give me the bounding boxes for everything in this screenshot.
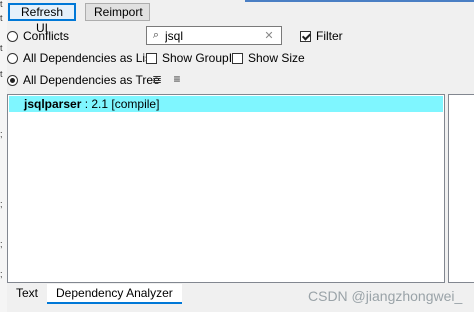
- filter-option[interactable]: Filter: [300, 28, 343, 44]
- tree-radio[interactable]: [7, 74, 18, 86]
- show-size-checkbox[interactable]: [232, 52, 243, 64]
- show-size-option[interactable]: Show Size: [232, 50, 305, 66]
- tab-dependency-analyzer[interactable]: Dependency Analyzer: [47, 284, 182, 304]
- bottom-tabs: Text Dependency Analyzer: [7, 284, 182, 304]
- collapse-all-icon[interactable]: ≡: [170, 72, 184, 86]
- tree-label: All Dependencies as Tree: [23, 73, 160, 87]
- details-panel[interactable]: [448, 94, 474, 283]
- search-icon: ⌕: [152, 29, 160, 41]
- filter-label: Filter: [316, 29, 343, 43]
- artifact-detail: : 2.1 [compile]: [81, 97, 160, 111]
- dependency-tree[interactable]: jsqlparser : 2.1 [compile]: [7, 94, 445, 283]
- show-groupid-label: Show GroupId: [162, 51, 239, 65]
- refresh-ui-button[interactable]: Refresh UI: [8, 3, 76, 35]
- active-tab-indicator: [245, 0, 474, 2]
- reimport-button[interactable]: Reimport: [85, 3, 150, 21]
- search-input[interactable]: [165, 28, 261, 43]
- tree-item[interactable]: jsqlparser : 2.1 [compile]: [9, 96, 443, 112]
- mode-conflicts[interactable]: Conflicts: [7, 28, 69, 44]
- show-groupid-option[interactable]: Show GroupId: [146, 50, 239, 66]
- artifact-name: jsqlparser: [24, 97, 82, 111]
- conflicts-radio[interactable]: [7, 30, 18, 42]
- filter-checkbox[interactable]: [300, 30, 311, 42]
- search-box[interactable]: ⌕ ✕: [146, 26, 282, 45]
- list-label: All Dependencies as List: [23, 51, 155, 65]
- mode-list[interactable]: All Dependencies as List: [7, 50, 154, 66]
- tab-text[interactable]: Text: [7, 284, 47, 302]
- watermark: CSDN @jiangzhongwei_: [308, 288, 463, 304]
- show-size-label: Show Size: [248, 51, 305, 65]
- mode-tree[interactable]: All Dependencies as Tree: [7, 72, 160, 88]
- editor-gutter: tttt ;;;;: [0, 0, 7, 312]
- conflicts-label: Conflicts: [23, 29, 70, 43]
- list-radio[interactable]: [7, 52, 18, 64]
- show-groupid-checkbox[interactable]: [146, 52, 157, 64]
- clear-icon[interactable]: ✕: [261, 29, 277, 42]
- expand-all-icon[interactable]: ≣: [150, 72, 164, 86]
